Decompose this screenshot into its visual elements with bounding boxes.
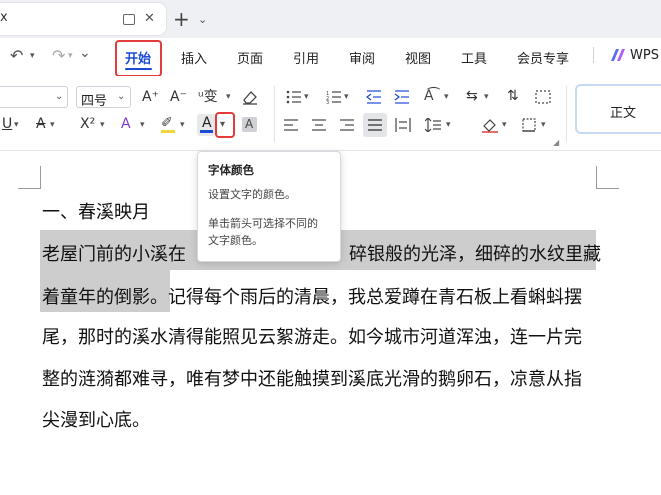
justify-icon [368,119,382,131]
numbered-chevron-icon[interactable]: ▾ [344,92,349,102]
font-size-select[interactable]: 四号 ⌄ [76,86,131,109]
line-spacing-chevron-icon[interactable]: ▾ [446,120,451,130]
borders-icon[interactable] [522,118,536,132]
tab-insert[interactable]: 插入 [181,48,207,67]
redo-dropdown-chevron-icon[interactable]: ▾ [68,51,73,61]
menu-divider [593,47,594,63]
font-family-select[interactable]: ⌄ [0,86,68,108]
page-corner-left [18,166,41,189]
page-corner-right [596,166,619,189]
font-color-icon[interactable]: A [202,116,212,130]
new-tab-button[interactable]: + [173,9,190,29]
highlight-chevron-icon[interactable]: ▾ [180,120,185,130]
underline-chevron-icon[interactable]: ▾ [14,120,19,130]
tooltip-description: 设置文字的颜色。 [208,188,296,201]
redo-icon[interactable]: ↷ [52,48,65,64]
document-tab[interactable] [0,3,166,35]
undo-dropdown-chevron-icon[interactable]: ▾ [30,51,35,61]
clear-format-icon[interactable] [241,89,259,105]
paragraph-line-4[interactable]: 整的涟漪都难寻，唯有梦中还能触摸到溪底光滑的鹅卵石，凉意从指 [42,365,582,391]
text-effect-icon[interactable]: A [121,117,131,131]
numbered-list-icon[interactable]: 123 [326,90,342,104]
superscript-chevron-icon[interactable]: ▾ [100,120,105,130]
phonetic-chevron-icon[interactable]: ▾ [226,92,231,102]
document-tab-title: x [0,10,8,25]
highlight-icon[interactable]: ✐ [161,116,173,130]
tab-review[interactable]: 审阅 [349,48,375,67]
tab-home[interactable]: 开始 [125,48,151,67]
font-size-value: 四号 [81,94,108,109]
paragraph-line-3[interactable]: 尾，那时的溪水清得能照见云絮游走。如今城市河道浑浊，连一片完 [42,323,582,349]
tab-tools[interactable]: 工具 [461,48,487,67]
wps-ai-button[interactable]: WPS [630,48,659,63]
increase-indent-icon[interactable] [394,90,410,104]
paragraph-line-1[interactable]: 老屋门前的小溪在 [42,240,186,266]
phonetic-guide-icon[interactable]: ᵘ变 [198,90,218,104]
style-normal-card[interactable]: 正文 [575,84,661,134]
undo-icon[interactable]: ↶ [10,48,23,64]
tab-page[interactable]: 页面 [237,48,263,67]
tooltip-hint-line-2: 文字颜色。 [208,234,263,247]
borders-chevron-icon[interactable]: ▾ [541,120,546,130]
font-color-tooltip: 字体颜色 设置文字的颜色。 单击箭头可选择不同的 文字颜色。 [197,151,341,262]
bullet-list-icon[interactable] [286,90,302,104]
decrease-indent-icon[interactable] [366,90,382,104]
paragraph-line-2[interactable]: 着童年的倒影。记得每个雨后的清晨，我总爱蹲在青石板上看蝌蚪摆 [42,283,582,309]
line-break-icon[interactable]: ⇆ [466,89,478,103]
paragraph-line-5[interactable]: 尖漫到心底。 [42,406,150,432]
align-right-icon[interactable] [340,119,354,131]
increase-font-icon[interactable]: A⁺ [142,90,159,104]
line-spacing-icon[interactable] [425,118,441,132]
document-heading[interactable]: 一、春溪映月 [42,198,150,224]
ribbon-divider [274,86,275,142]
underline-icon[interactable]: U [2,117,12,131]
text-direction-chevron-icon[interactable]: ▾ [444,92,449,102]
close-tab-icon[interactable]: ✕ [144,12,155,25]
wps-ai-icon [611,49,625,61]
paragraph-settings-icon[interactable]: ◢ [553,138,559,147]
paragraph-shading-chevron-icon[interactable]: ▾ [502,120,507,130]
tab-home-underline [125,68,152,70]
paragraph-line-1-tail[interactable]: 碎银般的光泽，细碎的水纹里藏 [349,240,601,266]
font-size-chevron-icon: ⌄ [117,91,126,102]
svg-text:3: 3 [326,100,329,104]
paragraph-shading-icon[interactable] [481,117,499,133]
strikethrough-icon[interactable]: A [36,117,46,131]
align-center-icon[interactable] [312,119,326,131]
superscript-icon[interactable]: X² [80,117,95,131]
highlight-color-bar [161,130,175,133]
line-break-chevron-icon[interactable]: ▾ [484,92,489,102]
show-marks-icon[interactable] [535,90,551,104]
distribute-icon[interactable] [395,118,411,132]
sort-icon[interactable]: ⇅ [507,89,519,103]
ribbon-divider-styles [566,86,567,142]
tab-member[interactable]: 会员专享 [517,48,569,67]
char-shading-icon: A [245,117,254,131]
tab-references[interactable]: 引用 [293,48,319,67]
tab-view[interactable]: 视图 [405,48,431,67]
text-effect-chevron-icon[interactable]: ▾ [140,120,145,130]
text-direction-icon[interactable]: A͡ [424,89,434,103]
strikethrough-chevron-icon[interactable]: ▾ [50,120,55,130]
tab-list-chevron-icon[interactable]: ⌄ [198,13,207,26]
font-color-bar [200,130,213,133]
tooltip-title: 字体颜色 [208,163,254,177]
decrease-font-icon[interactable]: A⁻ [170,90,187,104]
bullet-chevron-icon[interactable]: ▾ [304,92,309,102]
font-family-chevron-icon: ⌄ [55,91,64,102]
window-mode-icon[interactable] [123,14,135,25]
tooltip-hint-line-1: 单击箭头可选择不同的 [208,217,318,230]
align-left-icon[interactable] [284,119,298,131]
font-color-dropdown-chevron-icon[interactable]: ▾ [220,119,225,130]
more-chevron-icon[interactable]: ⌄ [79,46,91,60]
